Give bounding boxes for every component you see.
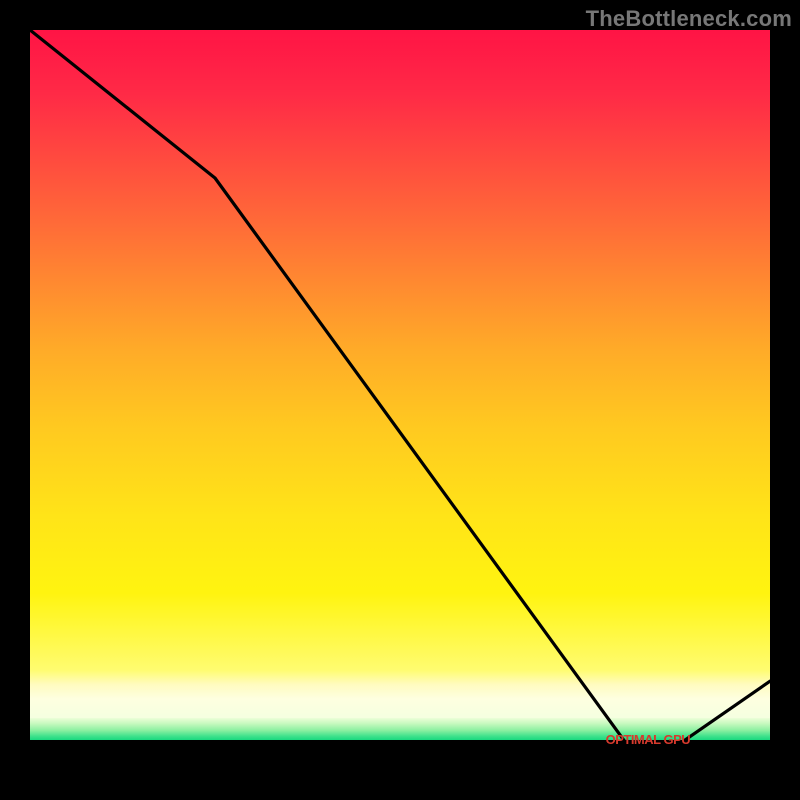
chart-frame: OPTIMAL GPU <box>30 30 770 770</box>
optimal-gpu-label: OPTIMAL GPU <box>606 732 691 747</box>
bottleneck-curve <box>30 30 770 748</box>
chart-canvas: TheBottleneck.com OPTIMAL GPU <box>0 0 800 800</box>
watermark-text: TheBottleneck.com <box>586 6 792 32</box>
chart-svg <box>30 30 770 770</box>
plot-area: OPTIMAL GPU <box>30 30 770 770</box>
